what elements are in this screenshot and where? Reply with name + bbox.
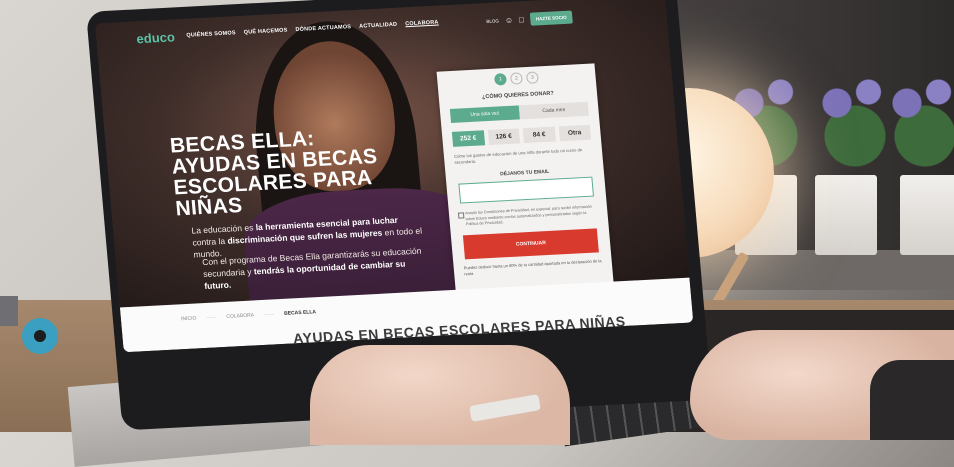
menu-item-que-hacemos[interactable]: QUÉ HACEMOS bbox=[244, 27, 288, 35]
menu-item-colabora[interactable]: COLABORA bbox=[405, 20, 439, 28]
laptop-screen: educo QUIÉNES SOMOS QUÉ HACEMOS DÓNDE AC… bbox=[95, 0, 694, 353]
breadcrumb-separator: —— bbox=[263, 311, 275, 318]
tab-monthly[interactable]: Cada mes bbox=[518, 101, 589, 120]
amount-option-other[interactable]: Otra bbox=[558, 124, 592, 142]
section-title: AYUDAS EN BECAS ESCOLARES PARA NIÑAS bbox=[292, 313, 627, 347]
menu-item-quienes[interactable]: QUIÉNES SOMOS bbox=[186, 30, 236, 39]
flower-plant bbox=[880, 70, 954, 180]
donation-form: 1 2 3 ¿CÓMO QUIERES DONAR? Una sola vez … bbox=[436, 63, 615, 297]
breadcrumb-home[interactable]: INICIO bbox=[181, 315, 197, 322]
breadcrumb-colabora[interactable]: COLABORA bbox=[226, 312, 254, 319]
hazte-socio-button[interactable]: HAZTE SOCIO bbox=[529, 10, 574, 26]
breadcrumb-separator: —— bbox=[206, 314, 217, 321]
bag-icon[interactable]: □ bbox=[519, 15, 525, 24]
form-question: ¿CÓMO QUIERES DONAR? bbox=[481, 90, 555, 101]
form-steps: 1 2 3 bbox=[437, 68, 596, 88]
blog-link[interactable]: BLOG bbox=[486, 18, 499, 24]
step-2[interactable]: 2 bbox=[509, 72, 523, 85]
amount-option[interactable]: 84 € bbox=[522, 126, 556, 144]
tab-once[interactable]: Una sola vez bbox=[449, 105, 521, 123]
user-icon[interactable]: ☺ bbox=[504, 15, 513, 24]
amount-description: Cubre los gastos de educación de una niñ… bbox=[453, 147, 583, 165]
robot-toy bbox=[0, 296, 58, 354]
amount-option[interactable]: 126 € bbox=[487, 128, 521, 146]
privacy-consent: Acepto las Condiciones de Privacidad, en… bbox=[457, 204, 598, 227]
continue-button[interactable]: CONTINUAR bbox=[462, 227, 599, 259]
tax-note: Puedes deducir hasta un 80% de tu cantid… bbox=[463, 257, 602, 276]
logo[interactable]: educo bbox=[136, 29, 176, 46]
email-input[interactable] bbox=[458, 176, 595, 204]
menu-item-actualidad[interactable]: ACTUALIDAD bbox=[359, 22, 398, 30]
nav-right: BLOG ☺ □ HAZTE SOCIO bbox=[486, 10, 574, 28]
plant-pot bbox=[815, 175, 877, 255]
step-3[interactable]: 3 bbox=[525, 71, 539, 84]
breadcrumb-current: BECAS ELLA bbox=[283, 309, 317, 317]
main-menu: QUIÉNES SOMOS QUÉ HACEMOS DÓNDE ACTUAMOS… bbox=[186, 20, 439, 39]
amount-option[interactable]: 252 € bbox=[451, 130, 485, 147]
amount-options: 252 € 126 € 84 € Otra bbox=[451, 124, 592, 147]
privacy-checkbox[interactable] bbox=[457, 212, 465, 219]
frequency-tabs: Una sola vez Cada mes bbox=[449, 101, 589, 123]
plant-pot bbox=[900, 175, 954, 255]
privacy-text: Acepto las Condiciones de Privacidad, en… bbox=[464, 204, 592, 227]
breadcrumb: INICIO —— COLABORA —— BECAS ELLA bbox=[181, 309, 316, 322]
hero-title: BECAS ELLA: AYUDAS EN BECAS ESCOLARES PA… bbox=[169, 127, 379, 221]
menu-item-donde[interactable]: DÓNDE ACTUAMOS bbox=[295, 24, 351, 33]
step-1[interactable]: 1 bbox=[493, 73, 507, 86]
sleeve bbox=[870, 360, 954, 440]
